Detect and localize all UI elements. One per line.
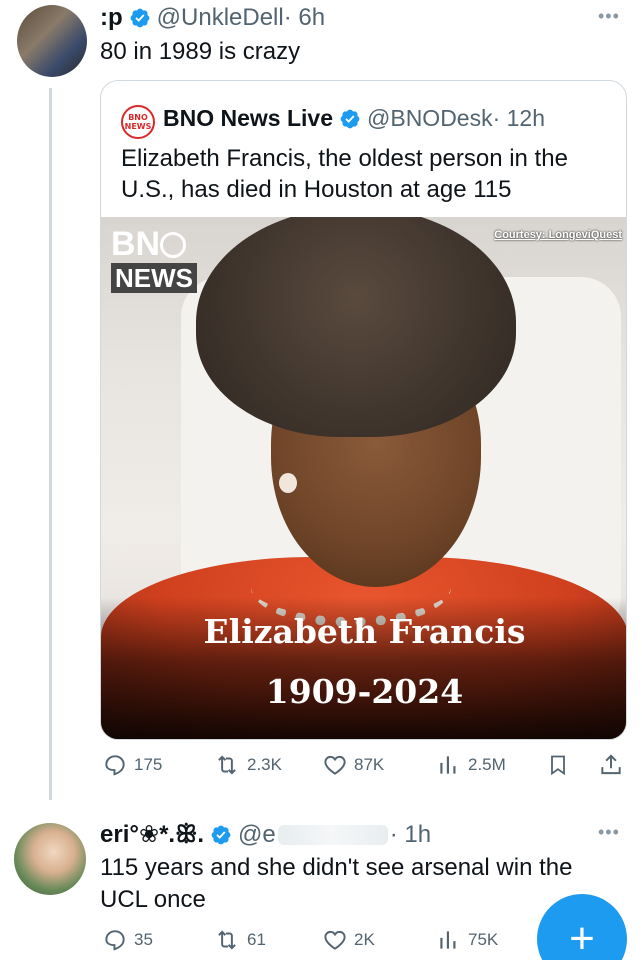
verified-badge-icon xyxy=(211,825,231,844)
timestamp[interactable]: · 1h xyxy=(390,821,431,849)
views-icon xyxy=(440,931,456,949)
timestamp[interactable]: · 6h xyxy=(284,4,325,32)
verified-badge-icon xyxy=(340,109,360,128)
views-icon xyxy=(440,756,456,774)
quote-text: Elizabeth Francis, the oldest person in … xyxy=(121,145,568,203)
post-header: eri°❀*.ꕥ. @e · 1h xyxy=(100,820,431,849)
repost-icon xyxy=(218,930,236,950)
watermark-news: NEWS xyxy=(111,263,197,293)
repost-count: 61 xyxy=(247,930,266,949)
reply-count: 35 xyxy=(134,930,153,949)
repost-icon xyxy=(218,755,236,775)
share-button[interactable] xyxy=(598,752,630,778)
globe-icon xyxy=(160,232,187,258)
reply-button[interactable]: 35 xyxy=(102,927,153,953)
quote-header: BNO News Live @BNODesk · 12h xyxy=(163,105,545,132)
post-text: 80 in 1989 is crazy xyxy=(100,38,301,65)
like-button[interactable]: 87K xyxy=(322,752,384,778)
bookmark-button[interactable] xyxy=(546,752,576,778)
avatar[interactable] xyxy=(17,5,87,77)
blurred-handle xyxy=(277,824,388,845)
handle[interactable]: @e xyxy=(238,821,276,849)
more-dots-icon[interactable]: ••• xyxy=(598,6,620,27)
repost-button[interactable]: 2.3K xyxy=(213,752,282,778)
views-count: 75K xyxy=(468,930,499,949)
thread-line xyxy=(49,88,52,800)
caption-years: 1909-2024 xyxy=(265,672,464,711)
heart-icon xyxy=(324,755,346,775)
bno-logo: BNO NEWS xyxy=(121,105,155,139)
views-button[interactable]: 75K xyxy=(436,927,498,953)
more-dots-icon[interactable]: ••• xyxy=(598,822,620,843)
reply-count: 175 xyxy=(134,755,163,774)
like-button[interactable]: 2K xyxy=(322,927,375,953)
caption-name: Elizabeth Francis xyxy=(203,612,526,651)
repost-count: 2.3K xyxy=(247,755,282,774)
like-count: 2K xyxy=(354,930,375,949)
reply-button[interactable]: 175 xyxy=(102,752,162,778)
display-name[interactable]: eri°❀*.ꕥ. xyxy=(100,820,204,849)
bookmark-icon xyxy=(551,755,565,776)
news-photo[interactable]: BN NEWS Courtesy: LongeviQuest Elizabeth… xyxy=(101,217,626,739)
quote-display-name[interactable]: BNO News Live xyxy=(163,105,333,132)
bno-logo-bottom: NEWS xyxy=(124,122,152,131)
photo-credit: Courtesy: LongeviQuest xyxy=(494,229,622,241)
views-button[interactable]: 2.5M xyxy=(436,752,506,778)
display-name[interactable]: :p xyxy=(100,4,123,32)
watermark-top: BN xyxy=(111,225,161,263)
views-count: 2.5M xyxy=(468,755,506,774)
repost-button[interactable]: 61 xyxy=(213,927,266,953)
handle[interactable]: @UnkleDell xyxy=(157,4,284,32)
post-actions: 175 2.3K 87K 2.5M xyxy=(100,752,630,792)
reply-icon xyxy=(105,755,125,776)
photo-earring xyxy=(279,473,297,493)
like-count: 87K xyxy=(354,755,385,774)
bno-logo-top: BNO xyxy=(128,113,148,122)
post-header: :p @UnkleDell · 6h xyxy=(100,4,325,32)
verified-badge-icon xyxy=(130,8,150,28)
quote-timestamp[interactable]: · 12h xyxy=(493,105,545,132)
watermark-bno: BN xyxy=(111,225,187,263)
avatar[interactable] xyxy=(14,823,86,895)
photo-hair xyxy=(196,217,516,437)
heart-icon xyxy=(324,930,346,950)
post-text: 115 years and she didn't see arsenal win… xyxy=(100,854,573,913)
share-icon xyxy=(601,754,621,775)
quote-handle[interactable]: @BNODesk xyxy=(367,105,493,132)
reply-icon xyxy=(105,930,125,951)
quoted-post[interactable]: BNO NEWS BNO News Live @BNODesk · 12h El… xyxy=(100,80,627,740)
